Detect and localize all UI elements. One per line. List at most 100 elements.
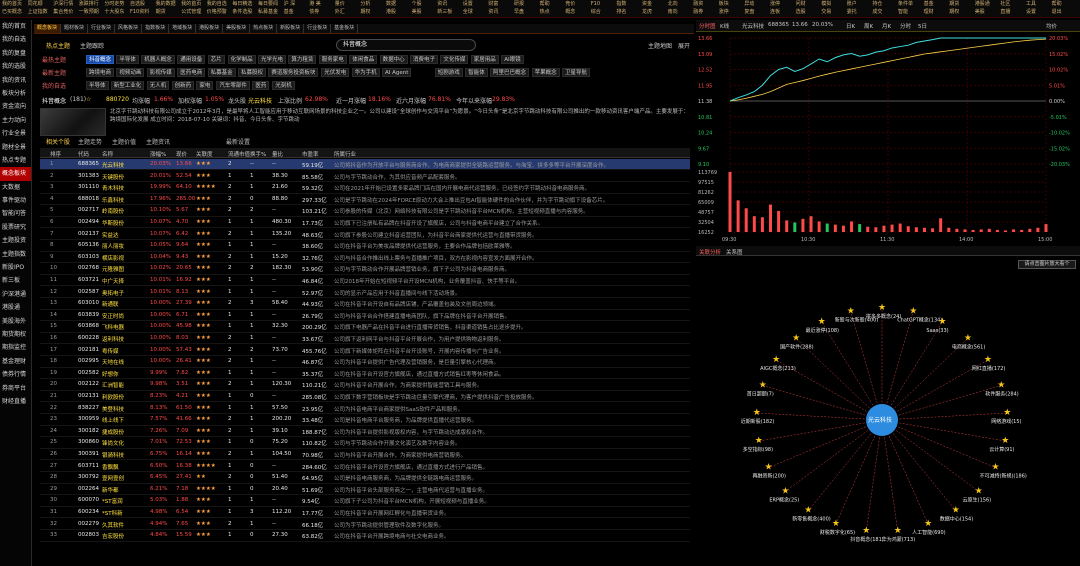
menu-item[interactable]: 委托	[847, 9, 857, 15]
menu-item[interactable]: F10资料	[130, 9, 149, 15]
table-row[interactable]: 28 300792 壹网壹创 6.45% 27.41 ★★ 2 0 51.40 64.95亿 公司是…	[40, 472, 690, 484]
menu-item[interactable]: 基金	[284, 9, 294, 15]
menu-item[interactable]: 社区	[1000, 1, 1010, 7]
menu-item[interactable]: 资讯	[488, 9, 498, 15]
concept-tag[interactable]: 机器人概念	[141, 55, 175, 64]
menu-item[interactable]: 期货	[949, 1, 959, 7]
column-header[interactable]: 换手%	[250, 150, 266, 158]
menu-item[interactable]: 分时走势	[104, 1, 124, 7]
star-icon[interactable]: ★	[764, 463, 772, 473]
star-icon[interactable]: ★	[975, 486, 983, 496]
graph-node-label[interactable]: 新股与次新股(400)	[835, 317, 878, 324]
board-tab[interactable]: 港股板块	[196, 24, 224, 33]
menu-item[interactable]: 涨停	[719, 9, 729, 15]
chart-period-tab[interactable]: 分时	[900, 22, 911, 30]
column-header[interactable]: 名称	[102, 150, 113, 158]
concept-tag[interactable]: 赛道服务投资板块	[268, 68, 319, 77]
menu-item[interactable]: 南向	[668, 9, 678, 15]
menu-item[interactable]: 早盘	[514, 9, 524, 15]
menu-item[interactable]: 问财	[796, 1, 806, 7]
left-nav-item[interactable]: 行业全景	[0, 127, 31, 140]
table-row[interactable]: 17 002181 粤传媒 10.00% 57.43 ★★★ 2 2 73.70 455.76亿公…	[40, 345, 690, 356]
menu-item[interactable]: 港 美	[309, 1, 321, 7]
menu-item[interactable]: 上证指数	[28, 9, 48, 15]
left-nav-item[interactable]: 题材全景	[0, 141, 31, 154]
menu-item[interactable]: 美股	[975, 9, 985, 15]
table-row[interactable]: 3 301110 青木科技 19.99% 64.10 ★★★★ 2 1 21.60 59.32亿 公…	[40, 182, 690, 194]
concept-tag[interactable]: 阿里巴巴概念	[490, 68, 530, 77]
star-icon[interactable]: ★	[781, 486, 789, 496]
menu-item[interactable]: 资金	[642, 1, 652, 7]
menu-item[interactable]: 基金	[924, 1, 934, 7]
table-row[interactable]: 30 600070 *ST富润 5.03% 1.88 ★★★ 1 1 -- 9.54亿 公司旗下子公…	[40, 495, 690, 507]
menu-item[interactable]: 我的首页	[181, 1, 201, 7]
column-header[interactable]: 现价	[176, 150, 187, 158]
board-tab[interactable]: 基金板块	[331, 24, 359, 33]
star-icon[interactable]: ★	[1003, 408, 1011, 418]
star-icon[interactable]: ★	[952, 506, 960, 516]
menu-item[interactable]: 模拟	[821, 1, 831, 7]
menu-item[interactable]: 融券	[693, 9, 703, 15]
favorite-star-icon[interactable]: ☆	[86, 96, 91, 103]
column-header[interactable]: 流通市值	[228, 150, 250, 158]
table-row[interactable]: 22 838227 美登科技 8.13% 61.50 ★★★ 1 1 57.50 23.95亿 公司…	[40, 403, 690, 414]
left-nav-item[interactable]: 我的复盘	[0, 47, 31, 60]
star-icon[interactable]: ★	[909, 307, 917, 317]
menu-item[interactable]: 沪 深	[284, 1, 296, 7]
menu-item[interactable]: 美股	[412, 9, 422, 15]
table-row[interactable]: 27 603711 香飘飘 6.50% 16.38 ★★★★ 1 0 -- 284.60亿 公司在抖…	[40, 461, 690, 472]
star-icon[interactable]: ★	[792, 333, 800, 343]
table-row[interactable]: 6 002494 华斯股份 10.07% 4.70 ★★★ 1 1 480.30 17.73亿 公司…	[40, 217, 690, 229]
left-nav-item[interactable]: 热点专题	[0, 154, 31, 167]
search-input[interactable]: 抖音概念	[336, 39, 476, 51]
star-icon[interactable]: ★	[755, 436, 763, 446]
menu-item[interactable]: 连板	[770, 9, 780, 15]
board-tab[interactable]: 新股板块	[277, 24, 305, 33]
graph-node-label[interactable]: 数据中心(154)	[940, 516, 973, 523]
concept-tag[interactable]: 创新药	[171, 81, 195, 90]
star-icon[interactable]: ★	[832, 519, 840, 529]
board-tab[interactable]: 行业板块	[88, 24, 116, 33]
table-row[interactable]: 12 002587 奥拓电子 10.01% 8.13 ★★★ 1 1 -- 52.97亿 公司的显示…	[40, 287, 690, 298]
menu-item[interactable]: 每日要闻	[258, 1, 278, 7]
menu-item[interactable]: 每日精选	[232, 1, 252, 7]
board-tab[interactable]: 地域板块	[169, 24, 197, 33]
menu-item[interactable]: 退出	[1052, 9, 1062, 15]
concept-tag[interactable]: 家电	[196, 81, 214, 90]
left-nav-item[interactable]: 主力动向	[0, 114, 31, 127]
graph-node-label[interactable]: 近期新股(182)	[741, 418, 774, 425]
chart-period-tab[interactable]: 月K	[882, 22, 891, 30]
table-row[interactable]: 29 002264 新华都 6.21% 7.18 ★★★★ 1 0 20.40 51.69亿 公司为…	[40, 484, 690, 496]
concept-tag[interactable]: 苹果概念	[531, 68, 560, 77]
menu-item[interactable]: 我的数据	[156, 1, 176, 7]
detail-subtab[interactable]: 主题价值	[112, 137, 136, 146]
left-nav-item[interactable]: 我的自选	[0, 33, 31, 46]
graph-node-label[interactable]: 电商概念(561)	[952, 343, 985, 350]
menu-item[interactable]: 条件选股	[232, 9, 252, 15]
concept-tag[interactable]: 消费电子	[410, 55, 439, 64]
menu-item[interactable]: 新三板	[437, 9, 452, 15]
menu-item[interactable]: 已买概念	[2, 9, 22, 15]
menu-item[interactable]: 港股通	[975, 1, 990, 7]
concept-tag[interactable]: 光刻机	[272, 81, 295, 90]
graph-node-label[interactable]: AIGC概念(213)	[760, 365, 796, 372]
graph-node-label[interactable]: 人工智能(690)	[912, 529, 945, 536]
graph-node-label[interactable]: 最近涨停(108)	[806, 327, 839, 334]
concept-tag[interactable]: AI Agent	[382, 68, 412, 77]
concept-tag[interactable]: 短剧游戏	[434, 68, 463, 77]
concept-tag[interactable]: 医药电商	[177, 68, 206, 77]
menu-item[interactable]: 条件单	[898, 1, 913, 7]
menu-item[interactable]: 集合竞价	[53, 9, 73, 15]
graph-node-label[interactable]: ERP概念(25)	[769, 496, 799, 503]
star-icon[interactable]: ★	[924, 519, 932, 529]
menu-item[interactable]: 北向	[668, 1, 678, 7]
left-nav-item[interactable]: 债券行情	[0, 368, 31, 381]
menu-item[interactable]: 概念	[565, 9, 575, 15]
tab-hot-theme[interactable]: 热点主题	[46, 41, 70, 50]
menu-item[interactable]: 自选股	[130, 1, 145, 7]
table-row[interactable]: 8 605136 丽人丽妆 10.05% 9.64 ★★★ 1 1 -- 38.60亿 公司在抖音平…	[40, 240, 690, 252]
table-row[interactable]: 20 002122 汇洲智能 9.98% 3.51 ★★★ 2 1 120.30 110.21亿公…	[40, 379, 690, 391]
star-icon[interactable]: ★	[1001, 436, 1009, 446]
tab-timeshare[interactable]: 分时图	[699, 22, 716, 30]
concept-tag[interactable]: 算力租赁	[288, 55, 317, 64]
